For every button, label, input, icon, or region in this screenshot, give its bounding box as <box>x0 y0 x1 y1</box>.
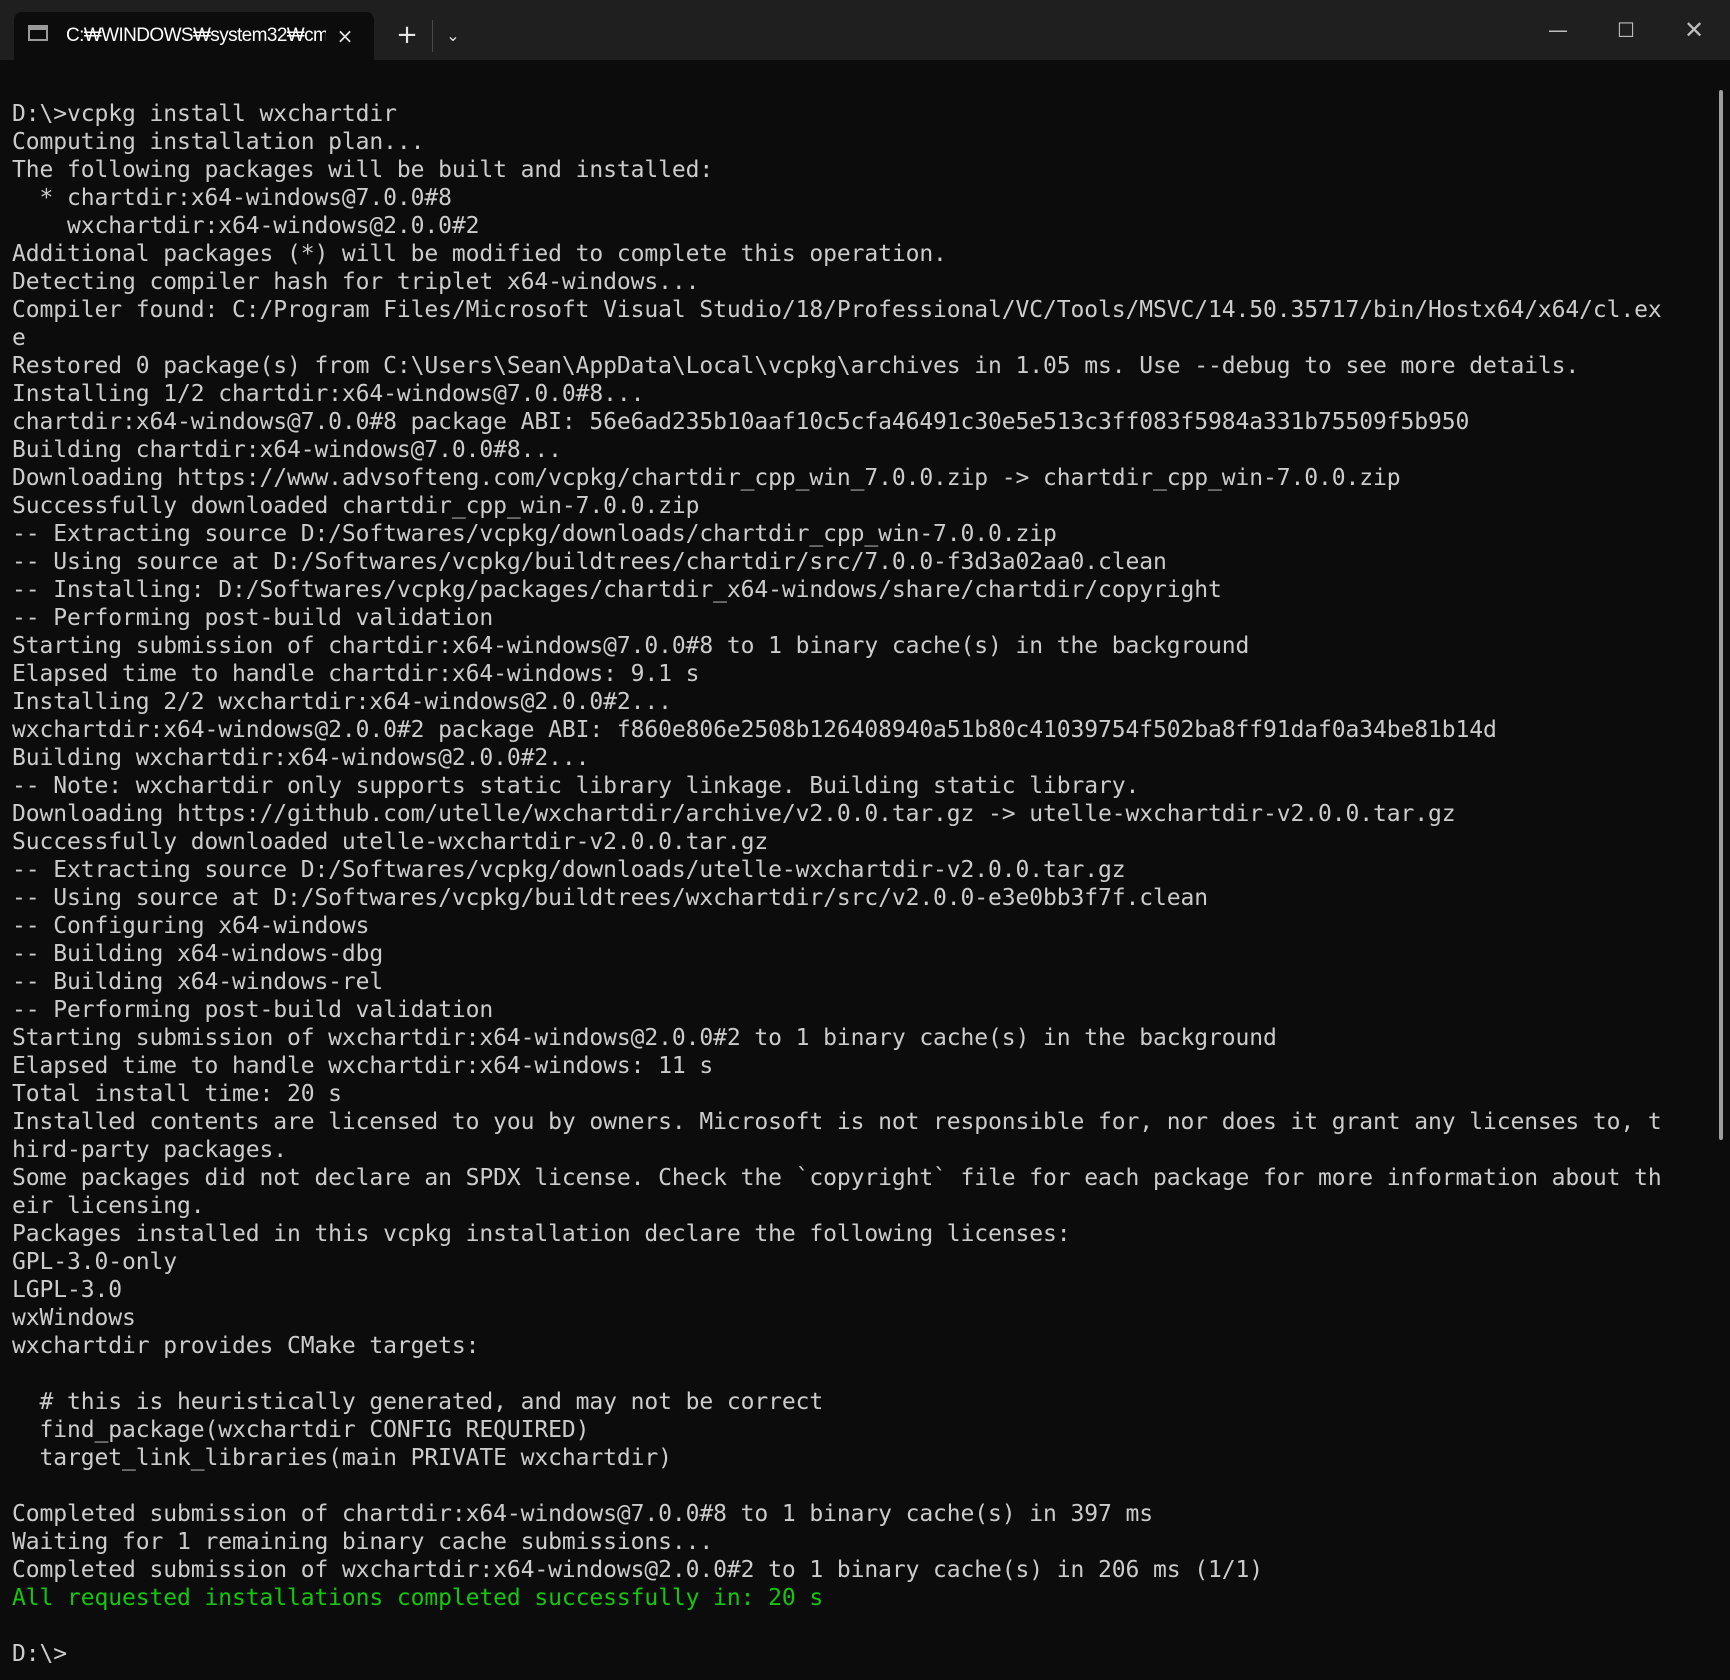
tab-divider <box>432 20 433 52</box>
terminal-window: C:₩WINDOWS₩system32₩cmd.exe × + ⌄ — ☐ ✕ … <box>0 0 1730 1680</box>
terminal-line: Some packages did not declare an SPDX li… <box>12 1165 1662 1191</box>
terminal-line: wxchartdir:x64-windows@2.0.0#2 package A… <box>12 717 1497 743</box>
terminal-line: Installed contents are licensed to you b… <box>12 1109 1662 1135</box>
terminal-line: All requested installations completed su… <box>12 1585 824 1611</box>
tab-title: C:₩WINDOWS₩system32₩cmd.exe <box>66 25 326 46</box>
terminal-line: D:\>vcpkg install wxchartdir <box>12 101 397 127</box>
terminal-line: Starting submission of wxchartdir:x64-wi… <box>12 1025 1277 1051</box>
terminal-line: Completed submission of chartdir:x64-win… <box>12 1501 1154 1527</box>
terminal-line: Elapsed time to handle chartdir:x64-wind… <box>12 661 700 687</box>
terminal-line: D:\> <box>12 1641 67 1667</box>
terminal-line: wxchartdir:x64-windows@2.0.0#2 <box>12 213 480 239</box>
terminal-line: -- Performing post-build validation <box>12 605 494 631</box>
terminal-line: Additional packages (*) will be modified… <box>12 241 947 267</box>
console-icon <box>28 25 48 41</box>
terminal-line: Downloading https://github.com/utelle/wx… <box>12 801 1456 827</box>
terminal-line: GPL-3.0-only <box>12 1249 177 1275</box>
terminal-line: Elapsed time to handle wxchartdir:x64-wi… <box>12 1053 714 1079</box>
terminal-line: -- Building x64-windows-dbg <box>12 941 384 967</box>
terminal-line: -- Performing post-build validation <box>12 997 494 1023</box>
terminal-line: chartdir:x64-windows@7.0.0#8 package ABI… <box>12 409 1470 435</box>
terminal-line: Building chartdir:x64-windows@7.0.0#8... <box>12 437 562 463</box>
terminal-line: hird-party packages. <box>12 1137 287 1163</box>
terminal-line: The following packages will be built and… <box>12 157 714 183</box>
terminal-line: Total install time: 20 s <box>12 1081 342 1107</box>
terminal-line: -- Extracting source D:/Softwares/vcpkg/… <box>12 857 1126 883</box>
close-tab-icon[interactable]: × <box>330 21 360 51</box>
terminal-line: LGPL-3.0 <box>12 1277 122 1303</box>
terminal-line: wxchartdir provides CMake targets: <box>12 1333 480 1359</box>
minimize-icon[interactable]: — <box>1536 10 1580 50</box>
terminal-line: Restored 0 package(s) from C:\Users\Sean… <box>12 353 1580 379</box>
terminal-line: wxWindows <box>12 1305 136 1331</box>
terminal-line: * chartdir:x64-windows@7.0.0#8 <box>12 185 452 211</box>
terminal-line: -- Installing: D:/Softwares/vcpkg/packag… <box>12 577 1222 603</box>
terminal-output[interactable]: D:\>vcpkg install wxchartdir Computing in… <box>12 100 1716 1670</box>
terminal-line: -- Building x64-windows-rel <box>12 969 384 995</box>
terminal-line: Building wxchartdir:x64-windows@2.0.0#2.… <box>12 745 590 771</box>
terminal-line: Waiting for 1 remaining binary cache sub… <box>12 1529 714 1555</box>
terminal-line: -- Extracting source D:/Softwares/vcpkg/… <box>12 521 1057 547</box>
maximize-icon[interactable]: ☐ <box>1604 10 1648 50</box>
terminal-line: Installing 2/2 wxchartdir:x64-windows@2.… <box>12 689 672 715</box>
terminal-line: -- Note: wxchartdir only supports static… <box>12 773 1140 799</box>
tab-cmd[interactable]: C:₩WINDOWS₩system32₩cmd.exe × <box>14 12 374 60</box>
terminal-line: Packages installed in this vcpkg install… <box>12 1221 1071 1247</box>
terminal-line: Detecting compiler hash for triplet x64-… <box>12 269 700 295</box>
new-tab-icon[interactable]: + <box>392 18 422 54</box>
terminal-line: Downloading https://www.advsofteng.com/v… <box>12 465 1401 491</box>
terminal-line: Completed submission of wxchartdir:x64-w… <box>12 1557 1263 1583</box>
terminal-line: Successfully downloaded chartdir_cpp_win… <box>12 493 700 519</box>
terminal-line: Computing installation plan... <box>12 129 425 155</box>
terminal-line: target_link_libraries(main PRIVATE wxcha… <box>12 1445 672 1471</box>
terminal-line: Starting submission of chartdir:x64-wind… <box>12 633 1250 659</box>
terminal-line: -- Using source at D:/Softwares/vcpkg/bu… <box>12 549 1167 575</box>
title-bar[interactable]: C:₩WINDOWS₩system32₩cmd.exe × + ⌄ — ☐ ✕ <box>0 0 1730 60</box>
scrollbar-thumb[interactable] <box>1719 90 1723 1140</box>
terminal-line: -- Configuring x64-windows <box>12 913 370 939</box>
terminal-line: Successfully downloaded utelle-wxchartdi… <box>12 829 769 855</box>
close-window-icon[interactable]: ✕ <box>1672 10 1716 50</box>
terminal-line: -- Using source at D:/Softwares/vcpkg/bu… <box>12 885 1209 911</box>
terminal-line: Compiler found: C:/Program Files/Microso… <box>12 297 1662 323</box>
terminal-line: eir licensing. <box>12 1193 205 1219</box>
terminal-line: find_package(wxchartdir CONFIG REQUIRED) <box>12 1417 590 1443</box>
chevron-down-icon[interactable]: ⌄ <box>440 18 466 54</box>
terminal-line: Installing 1/2 chartdir:x64-windows@7.0.… <box>12 381 645 407</box>
terminal-line: # this is heuristically generated, and m… <box>12 1389 824 1415</box>
terminal-line: e <box>12 325 26 351</box>
